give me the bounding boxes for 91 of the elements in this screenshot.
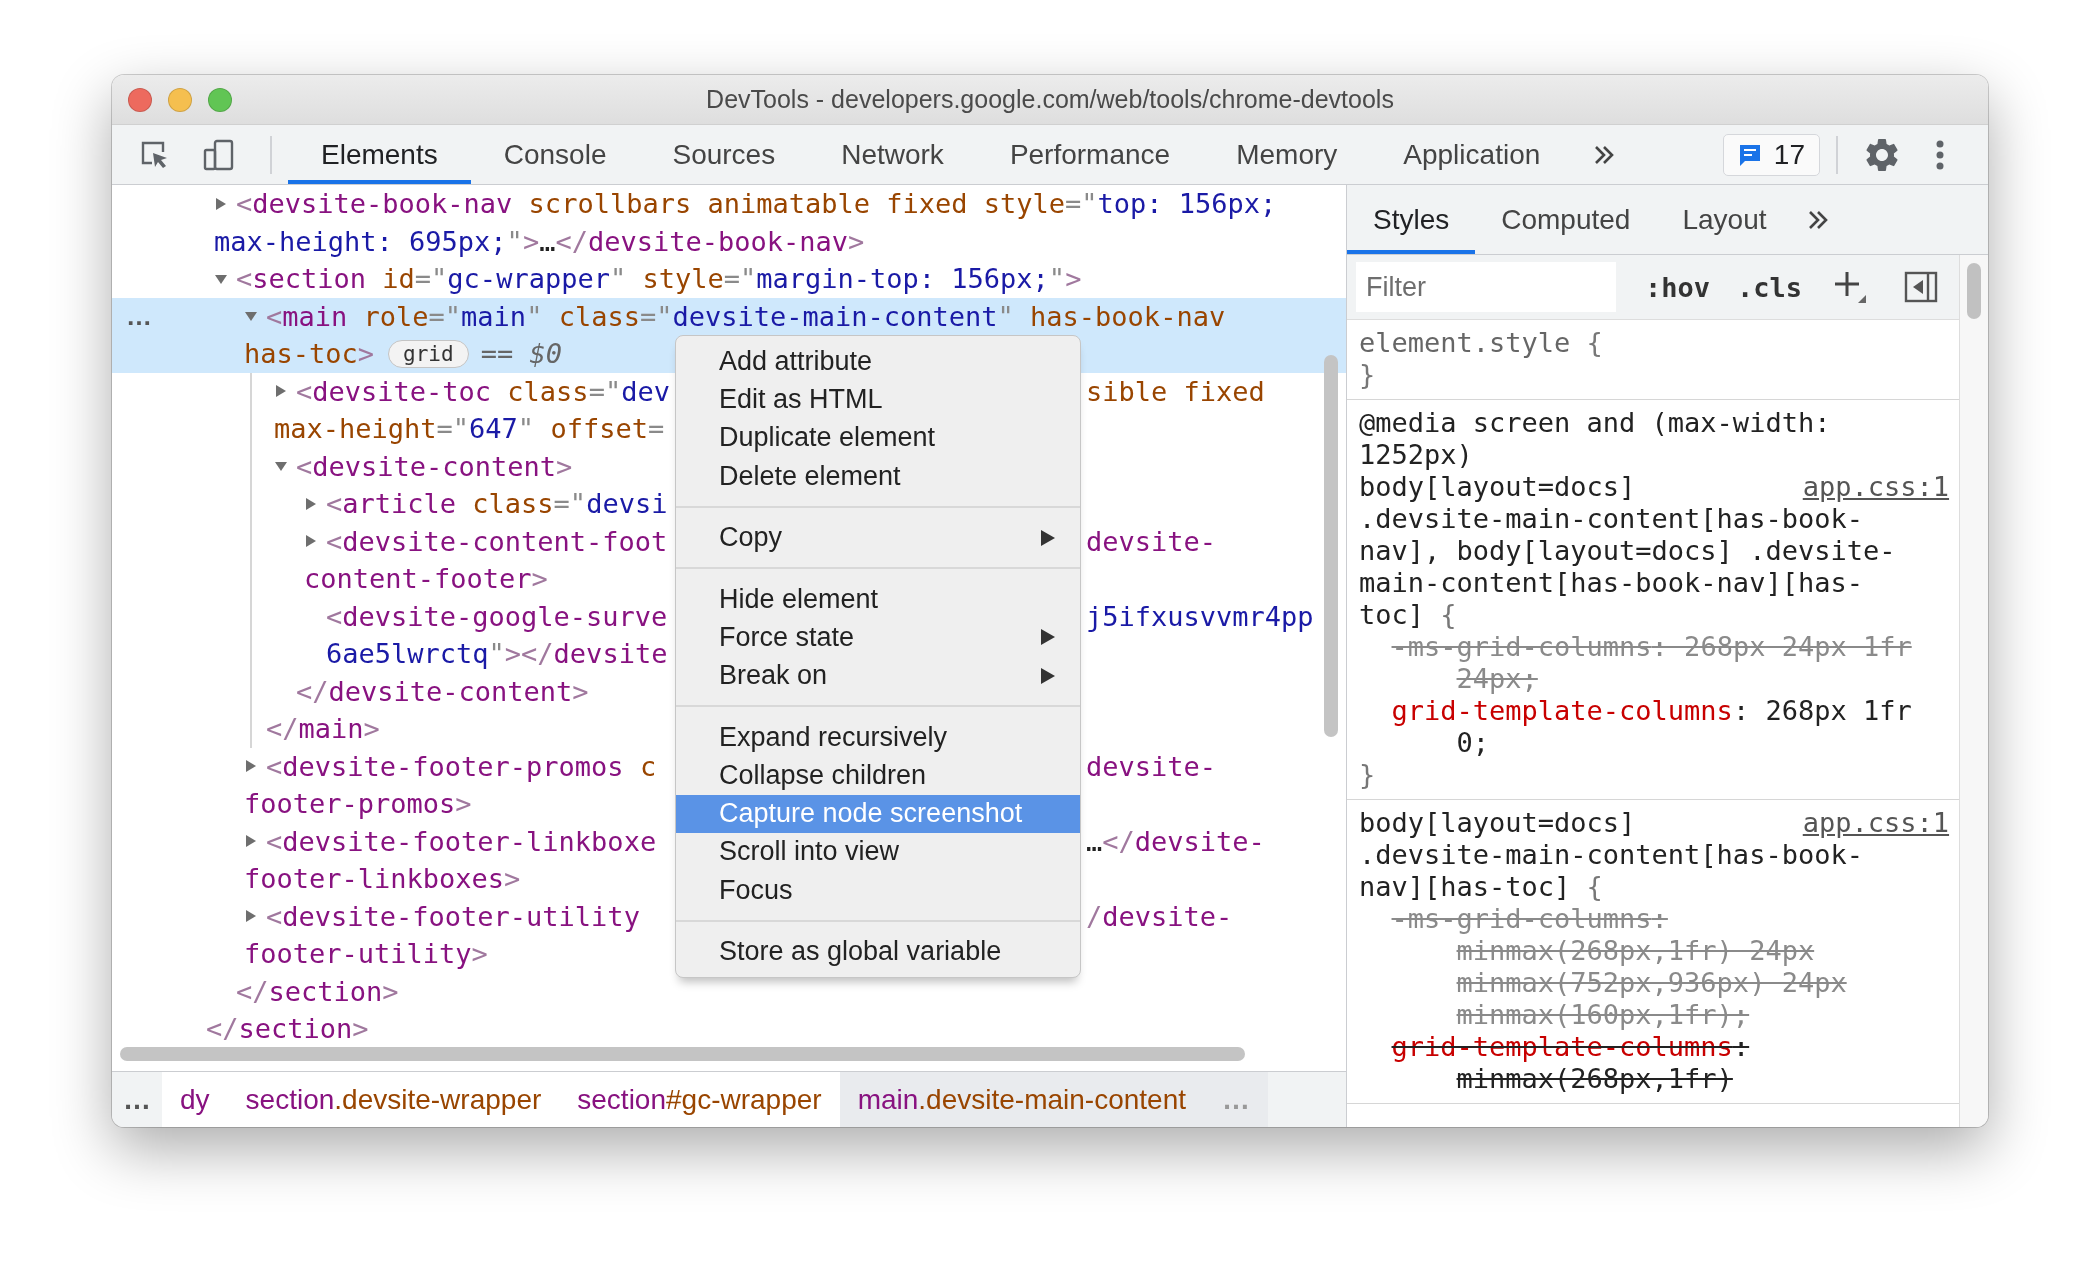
code-line: content-footer> <box>304 562 548 596</box>
source-link[interactable]: app.css:1 <box>1802 807 1950 839</box>
code-line: <section id="gc-wrapper" style="margin-top: 156px;"> <box>236 262 1082 296</box>
media-query: @media screen and (max-width: 1252px) <box>1359 407 1832 471</box>
code-line: <devsite-footer-utility <box>266 899 640 934</box>
close-button[interactable] <box>128 87 152 112</box>
menu-item[interactable]: Copy <box>676 518 1080 557</box>
code-line: footer-linkboxes> <box>244 862 521 896</box>
panel-tab[interactable]: Network <box>808 125 977 184</box>
code-line: footer-utility> <box>244 937 488 971</box>
css-selector: .devsite-main-content[has-book-nav], body[layout=docs] .devsite-main-content[has-book-nav][has-toc] { <box>1359 503 1896 630</box>
caret-right-icon[interactable] <box>214 196 228 211</box>
layout-badge[interactable]: grid <box>388 339 469 368</box>
window-title: DevTools - developers.google.com/web/tools/chrome-devtools <box>706 85 1394 114</box>
caret-right-icon[interactable] <box>274 384 288 399</box>
class-button[interactable]: .cls <box>1737 271 1803 303</box>
caret-right-icon[interactable] <box>244 834 258 849</box>
menu-item[interactable]: Force state <box>676 618 1080 657</box>
hover-state-button[interactable]: :hov <box>1645 271 1711 303</box>
code-line: 6ae5lwrctq"></devsite <box>326 637 668 671</box>
menu-item[interactable]: Edit as HTML <box>676 380 1080 419</box>
caret-right-icon[interactable] <box>304 534 318 549</box>
panel-tab[interactable]: Elements <box>288 125 471 184</box>
code-line: <article class="devsi <box>326 487 668 521</box>
filter-field[interactable]: Filter <box>1356 262 1616 312</box>
sidebar-tab[interactable]: Computed <box>1475 185 1657 254</box>
css-selector: element.style { <box>1359 327 1603 359</box>
code-line: </main> <box>266 712 380 746</box>
code-line: max-height: 695px;">…</devsite-book-nav> <box>214 224 865 259</box>
code-line: </devsite-content> <box>296 674 589 709</box>
closing-brace: } <box>1359 759 1377 791</box>
code-line: <main role="main" class="devsite-main-content" has-book-nav <box>266 299 1226 334</box>
scrollbar-thumb[interactable] <box>120 1047 1245 1061</box>
code-fragment: /devsite- <box>1086 899 1233 934</box>
menu-item[interactable]: Add attribute <box>676 342 1080 381</box>
code-fragment: j5ifxusvvmr4pp <box>1086 599 1314 634</box>
message-icon <box>1737 142 1762 167</box>
scroll-left-button[interactable]: … <box>112 1072 162 1127</box>
code-fragment: …</devsite- <box>1086 824 1265 859</box>
closing-brace: } <box>1359 359 1377 391</box>
caret-right-icon[interactable] <box>304 496 318 511</box>
code-fragment: devsite- <box>1086 749 1217 784</box>
code-line: has-toc> <box>244 337 375 371</box>
panel-tab[interactable]: Console <box>470 125 640 184</box>
code-line: <devsite-content> <box>296 449 573 484</box>
scrollbar-thumb[interactable] <box>1967 263 1981 319</box>
menu-item[interactable]: Scroll into view <box>676 832 1080 872</box>
code-line: <devsite-book-nav scrollbars animatable fixed style="top: 156px; <box>236 187 1277 221</box>
code-line: == $0 <box>480 337 562 371</box>
menu-item[interactable]: Hide element <box>676 579 1080 619</box>
code-fragment: devsite- <box>1086 524 1217 559</box>
breadcrumb[interactable]: main.devsite-main-content <box>839 1072 1205 1127</box>
menu-item[interactable]: Collapse children <box>676 756 1080 795</box>
code-line: <devsite-google-surve <box>326 599 668 634</box>
menu-item[interactable]: Expand recursively <box>676 717 1080 757</box>
new-rule-button[interactable] <box>1832 269 1869 305</box>
panel-tab[interactable]: Sources <box>639 125 809 184</box>
issues-button[interactable]: 17 <box>1722 133 1820 176</box>
caret-right-icon[interactable] <box>244 759 258 774</box>
menu-item[interactable]: Delete element <box>676 456 1080 496</box>
more-tabs-button[interactable] <box>1806 208 1829 231</box>
panel-tab[interactable]: Performance <box>976 125 1204 184</box>
sidebar-toggle-button[interactable] <box>1904 270 1939 304</box>
device-toolbar-button[interactable] <box>202 137 236 172</box>
css-selector: body[layout=docs] <box>1359 807 1636 839</box>
menu-item[interactable]: Duplicate element <box>676 418 1080 457</box>
code-fragment: sible fixed <box>1086 374 1265 409</box>
css-declaration[interactable]: grid-template-columns: 268px 1fr 0; <box>1359 695 1925 759</box>
code-line: </section> <box>236 974 399 1009</box>
menu-item[interactable]: Focus <box>676 871 1080 910</box>
code-line: <devsite-content-foot <box>326 524 668 559</box>
scrollbar-thumb[interactable] <box>1324 355 1338 737</box>
panel-tab[interactable]: Memory <box>1203 125 1371 184</box>
menu-button[interactable] <box>1936 139 1944 170</box>
more-tabs-button[interactable] <box>1593 143 1616 166</box>
code-line: max-height="647" offset= <box>274 412 665 446</box>
source-link[interactable]: app.css:1 <box>1802 471 1950 503</box>
more-options[interactable]: … <box>126 301 152 332</box>
code-line: footer-promos> <box>244 787 472 821</box>
css-selector: .devsite-main-content[has-book-nav][has-toc] { <box>1359 839 1863 902</box>
code-line: </section> <box>206 1012 369 1046</box>
menu-item[interactable]: Store as global variable <box>676 932 1080 971</box>
code-line: <devsite-toc class="dev <box>296 374 670 409</box>
code-line: <devsite-footer-linkboxe <box>266 824 657 859</box>
css-selector: body[layout=docs] <box>1359 471 1636 503</box>
sidebar-tab[interactable]: Layout <box>1656 185 1793 254</box>
css-declaration[interactable]: grid-template-columns: minmax(268px,1fr) <box>1359 1031 1925 1095</box>
panel-tab[interactable]: Application <box>1370 125 1574 184</box>
menu-item[interactable]: Break on <box>676 656 1080 695</box>
caret-right-icon[interactable] <box>244 909 258 924</box>
code-line: <devsite-footer-promos c <box>266 749 657 784</box>
